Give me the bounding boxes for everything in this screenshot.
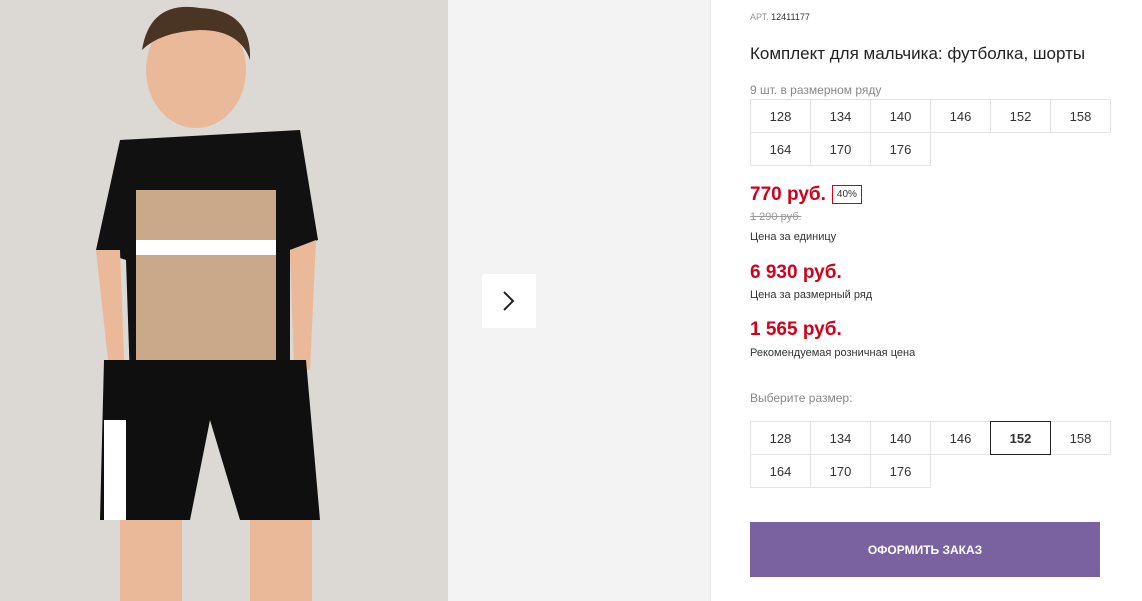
size-row-cell-128: 128 (750, 99, 811, 133)
size-option-140[interactable]: 140 (870, 421, 931, 455)
product-photo (0, 0, 448, 601)
size-select-grid: 128 134 140 146 152 158 164 170 176 (750, 421, 1111, 488)
size-option-146[interactable]: 146 (930, 421, 991, 455)
unit-price-line: 770 руб. 40% (750, 184, 862, 206)
gallery-next-button[interactable] (482, 274, 536, 328)
size-row-cell-164: 164 (750, 132, 811, 166)
size-option-134[interactable]: 134 (810, 421, 871, 455)
sku-value: 12411177 (771, 12, 810, 22)
size-row-cell-140: 140 (870, 99, 931, 133)
retail-price-note: Рекомендуемая розничная цена (750, 347, 916, 359)
size-row-grid: 128 134 140 146 152 158 164 170 176 (750, 99, 1111, 166)
sku-label: АРТ. (750, 12, 769, 22)
product-photo-illustration (0, 0, 448, 601)
unit-price-note: Цена за единицу (750, 231, 837, 243)
size-option-158[interactable]: 158 (1050, 421, 1111, 455)
size-option-128[interactable]: 128 (750, 421, 811, 455)
size-option-164[interactable]: 164 (750, 454, 811, 488)
size-row-cell-176: 176 (870, 132, 931, 166)
unit-price: 770 руб. (750, 184, 826, 205)
size-row-cell-152: 152 (990, 99, 1051, 133)
chevron-right-icon (503, 291, 515, 311)
row-price: 6 930 руб. (750, 262, 842, 283)
size-row-cell-146: 146 (930, 99, 991, 133)
product-title: Комплект для мальчика: футболка, шорты (750, 44, 1086, 63)
size-select-caption: Выберите размер: (750, 391, 853, 405)
product-page: АРТ. 12411177 Комплект для мальчика: фут… (0, 0, 1142, 601)
discount-badge: 40% (831, 185, 862, 205)
old-price: 1 290 руб. (750, 211, 802, 223)
size-option-176[interactable]: 176 (870, 454, 931, 488)
size-row-cell-134: 134 (810, 99, 871, 133)
size-row-caption: 9 шт. в размерном ряду (750, 83, 882, 97)
retail-price: 1 565 руб. (750, 319, 842, 340)
gallery-next-area (448, 0, 710, 601)
size-row-cell-158: 158 (1050, 99, 1111, 133)
size-option-152[interactable]: 152 (990, 421, 1051, 455)
order-button[interactable]: ОФОРМИТЬ ЗАКАЗ (750, 522, 1100, 577)
size-option-170[interactable]: 170 (810, 454, 871, 488)
row-price-note: Цена за размерный ряд (750, 289, 873, 301)
size-row-cell-170: 170 (810, 132, 871, 166)
sku-line: АРТ. 12411177 (750, 12, 810, 22)
column-divider (710, 0, 711, 601)
